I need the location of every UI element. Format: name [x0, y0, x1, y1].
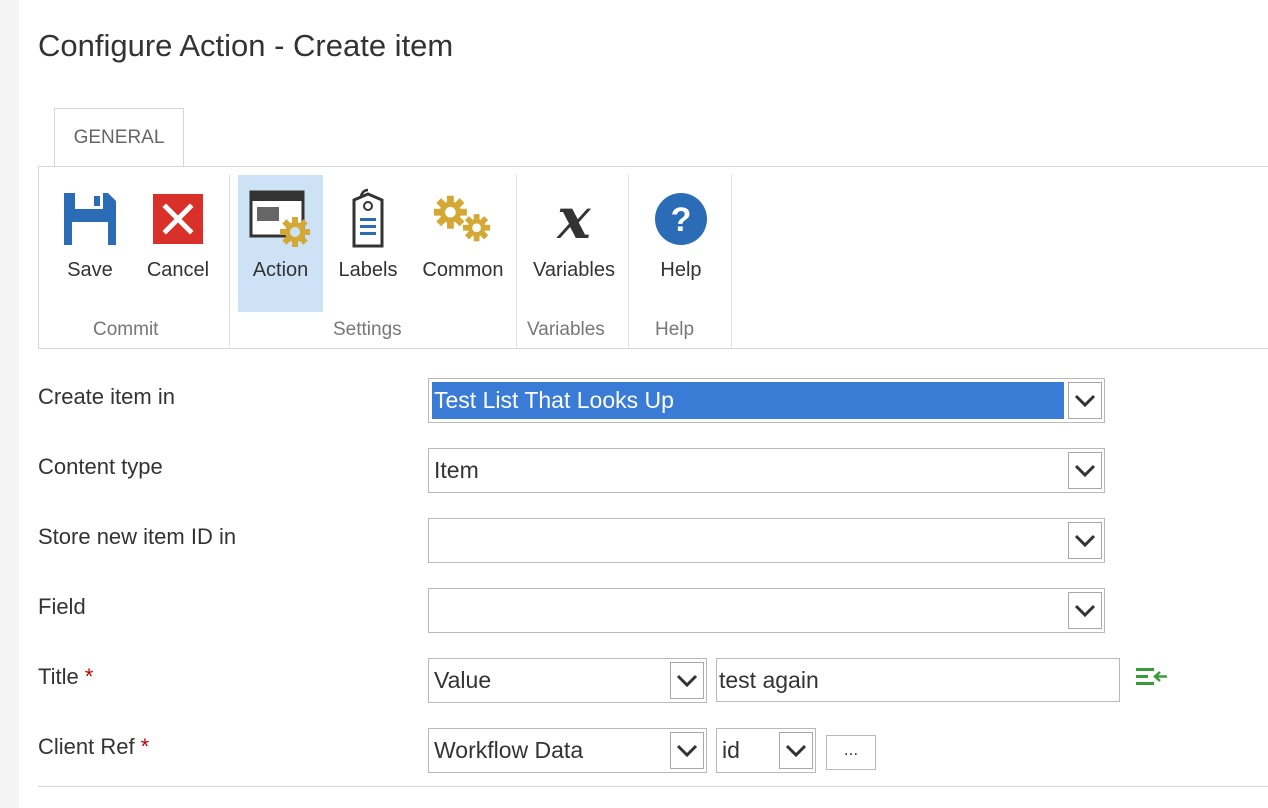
title-label: Title *	[38, 664, 93, 690]
red-x-icon	[146, 189, 210, 249]
action-label: Action	[252, 259, 309, 281]
gears-icon	[431, 189, 495, 249]
cancel-label: Cancel	[146, 259, 210, 281]
chevron-down-icon[interactable]	[1068, 522, 1102, 559]
title-value-input[interactable]	[716, 658, 1120, 702]
chevron-down-icon[interactable]	[1068, 592, 1102, 629]
client-ref-field-select[interactable]: id	[716, 728, 816, 773]
ribbon-separator	[229, 175, 230, 347]
group-help: Help	[655, 319, 695, 340]
common-label: Common	[422, 259, 504, 281]
form-bottom-divider	[38, 786, 1268, 787]
question-circle-icon: ?	[649, 189, 713, 249]
content-type-select[interactable]: Item	[428, 448, 1105, 493]
labels-button[interactable]: Labels	[331, 175, 405, 312]
create-item-in-label: Create item in	[38, 384, 175, 409]
common-button[interactable]: Common	[413, 175, 513, 312]
left-edge-strip	[0, 0, 19, 808]
floppy-disk-icon	[58, 189, 122, 249]
client-ref-label: Client Ref *	[38, 734, 149, 760]
labels-label: Labels	[338, 259, 398, 281]
insert-reference-icon[interactable]	[1134, 664, 1170, 695]
store-item-id-label: Store new item ID in	[38, 524, 237, 549]
help-label: Help	[660, 259, 702, 281]
save-button[interactable]: Save	[53, 175, 127, 312]
tab-general[interactable]: GENERAL	[54, 108, 184, 166]
page-title: Configure Action - Create item	[38, 28, 454, 63]
content-type-value: Item	[434, 457, 479, 483]
chevron-down-icon[interactable]	[1068, 382, 1102, 419]
cancel-button[interactable]: Cancel	[139, 175, 217, 312]
client-ref-source-value: Workflow Data	[434, 737, 584, 763]
client-ref-lookup-button[interactable]: ...	[826, 735, 876, 770]
content-type-label: Content type	[38, 454, 163, 479]
chevron-down-icon[interactable]	[1068, 452, 1102, 489]
chevron-down-icon[interactable]	[779, 732, 813, 769]
title-label-text: Title	[38, 664, 79, 689]
client-ref-label-text: Client Ref	[38, 734, 135, 759]
title-type-select[interactable]: Value	[428, 658, 707, 703]
window-gear-icon	[249, 189, 313, 249]
required-marker: *	[140, 734, 150, 759]
chevron-down-icon[interactable]	[670, 732, 704, 769]
title-type-value: Value	[434, 667, 492, 693]
ribbon-separator	[628, 175, 629, 347]
store-item-id-value	[432, 522, 1064, 559]
italic-x-icon: x	[557, 186, 591, 252]
create-item-in-select[interactable]: Test List That Looks Up	[428, 378, 1105, 423]
ribbon-separator	[731, 175, 732, 347]
store-item-id-select[interactable]	[428, 518, 1105, 563]
client-ref-source-select[interactable]: Workflow Data	[428, 728, 707, 773]
group-variables: Variables	[527, 319, 605, 340]
help-button[interactable]: ? Help	[643, 175, 719, 312]
field-select[interactable]	[428, 588, 1105, 633]
variables-label: Variables	[533, 259, 615, 281]
chevron-down-icon[interactable]	[670, 662, 704, 699]
group-commit: Commit	[93, 319, 159, 340]
svg-text:?: ?	[671, 201, 692, 239]
ribbon-separator	[516, 175, 517, 347]
group-settings: Settings	[333, 319, 402, 340]
required-marker: *	[84, 664, 94, 689]
field-value	[432, 592, 1064, 629]
save-label: Save	[67, 259, 113, 281]
client-ref-field-value: id	[722, 737, 740, 763]
ribbon: Save Cancel Action Labels Common x Varia…	[38, 166, 1268, 349]
field-label: Field	[38, 594, 86, 619]
tag-icon	[336, 188, 400, 249]
variables-button[interactable]: x Variables	[524, 175, 624, 312]
create-item-in-value: Test List That Looks Up	[432, 382, 1064, 419]
action-button[interactable]: Action	[238, 175, 323, 312]
